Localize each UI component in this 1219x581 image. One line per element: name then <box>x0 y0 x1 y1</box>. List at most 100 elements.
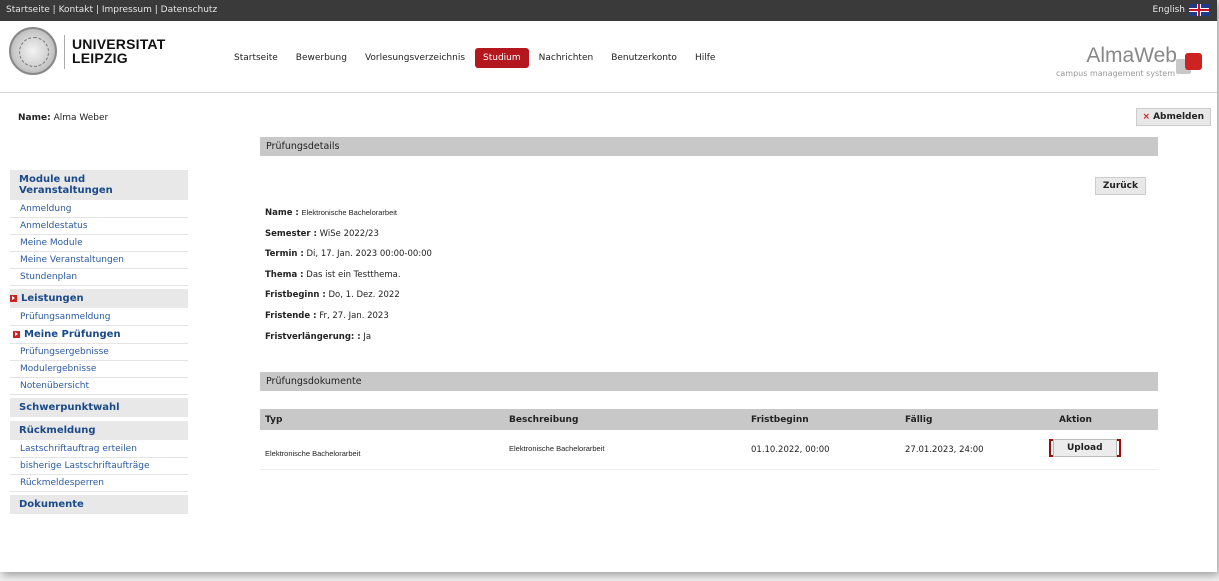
logo-square-red-icon <box>1185 53 1202 70</box>
top-links: Startseite | Kontakt | Impressum | Daten… <box>6 5 217 15</box>
back-button[interactable]: Zurück <box>1094 177 1146 195</box>
cell-faellig: 27.01.2023, 24:00 <box>905 444 984 455</box>
site-header: UNIVERSITAT LEIPZIG Startseite Bewerbung… <box>0 21 1217 93</box>
section-pruefungsdetails: Prüfungsdetails <box>260 137 1158 156</box>
detail-value: Do, 1. Dez. 2022 <box>328 290 400 301</box>
almaweb-brand: AlmaWeb <box>1086 44 1177 67</box>
link-startseite[interactable]: Startseite <box>6 5 50 15</box>
detail-label: Name : <box>265 208 299 218</box>
user-name: Name: Alma Weber <box>18 113 108 123</box>
nav-benutzerkonto[interactable]: Benutzerkonto <box>603 48 685 68</box>
detail-row-fristverlaengerung: Fristverlängerung: : Ja <box>265 332 432 353</box>
logout-label: Abmelden <box>1153 112 1204 122</box>
detail-value: Fr, 27. Jan. 2023 <box>319 310 389 321</box>
cell-fristbeginn: 01.10.2022, 00:00 <box>751 444 830 455</box>
main-nav: Startseite Bewerbung Vorlesungsverzeichn… <box>226 48 725 68</box>
sidebar-head-rueckmeldung[interactable]: Rückmeldung <box>10 421 188 441</box>
cell-typ: Elektronische Bachelorarbeit <box>265 449 361 458</box>
language-label[interactable]: English <box>1153 5 1186 15</box>
sidebar-item-modulergebnisse[interactable]: Modulergebnisse <box>10 361 188 378</box>
user-name-value: Alma Weber <box>53 113 109 123</box>
section-pruefungsdokumente: Prüfungsdokumente <box>260 372 1158 391</box>
separator: | <box>95 5 99 15</box>
user-name-label: Name: <box>18 113 51 123</box>
column-typ: Typ <box>265 414 283 425</box>
detail-value: Elektronische Bachelorarbeit <box>301 208 398 217</box>
detail-row-fristbeginn: Fristbeginn : Do, 1. Dez. 2022 <box>265 290 432 311</box>
upload-highlight: Upload <box>1049 438 1121 457</box>
column-faellig: Fällig <box>905 414 933 425</box>
browser-page: Startseite | Kontakt | Impressum | Daten… <box>0 0 1217 572</box>
close-icon: × <box>1142 112 1151 122</box>
sidebar-item-lastschriftauftrag[interactable]: Lastschriftauftrag erteilen <box>10 441 188 458</box>
main-content: Prüfungsdetails Zurück Name : Elektronis… <box>260 137 1158 470</box>
nav-studium[interactable]: Studium <box>475 48 529 68</box>
sidebar-head-dokumente[interactable]: Dokumente <box>10 495 188 515</box>
university-seal-icon[interactable] <box>9 27 57 75</box>
detail-row-name: Name : Elektronische Bachelorarbeit <box>265 208 432 229</box>
logo-divider <box>64 35 65 69</box>
detail-label: Thema : <box>265 269 304 280</box>
expand-arrow-icon <box>13 331 20 338</box>
detail-label: Fristbeginn : <box>265 290 326 301</box>
sidebar-item-notenuebersicht[interactable]: Notenübersicht <box>10 378 188 395</box>
language-switch[interactable]: English <box>1153 4 1209 16</box>
sidebar-head-module[interactable]: Module und Veranstaltungen <box>10 170 188 201</box>
detail-row-semester: Semester : WiSe 2022/23 <box>265 229 432 250</box>
detail-label: Termin : <box>265 249 304 260</box>
link-datenschutz[interactable]: Datenschutz <box>161 5 218 15</box>
cell-beschreibung: Elektronische Bachelorarbeit <box>509 444 605 453</box>
detail-label: Fristende : <box>265 310 317 321</box>
sidebar-item-meine-pruefungen-label: Meine Prüfungen <box>24 329 121 340</box>
sidebar-item-meine-module[interactable]: Meine Module <box>10 235 188 252</box>
detail-value: Di, 17. Jan. 2023 00:00-00:00 <box>306 249 432 260</box>
detail-value: WiSe 2022/23 <box>319 228 379 239</box>
sidebar-item-meine-veranstaltungen[interactable]: Meine Veranstaltungen <box>10 252 188 269</box>
sidebar-item-anmeldestatus[interactable]: Anmeldestatus <box>10 218 188 235</box>
detail-row-termin: Termin : Di, 17. Jan. 2023 00:00-00:00 <box>265 249 432 270</box>
nav-vorlesungsverzeichnis[interactable]: Vorlesungsverzeichnis <box>357 48 473 68</box>
sidebar-item-meine-pruefungen[interactable]: Meine Prüfungen <box>10 326 188 344</box>
separator: | <box>52 5 56 15</box>
sidebar-item-anmeldung[interactable]: Anmeldung <box>10 201 188 218</box>
logout-button[interactable]: × Abmelden <box>1135 108 1211 126</box>
expand-arrow-icon <box>10 295 17 302</box>
cell-aktion: Upload <box>1049 438 1158 457</box>
link-impressum[interactable]: Impressum <box>102 5 152 15</box>
upload-button[interactable]: Upload <box>1053 438 1117 457</box>
separator: | <box>154 5 158 15</box>
detail-value: Ja <box>363 331 372 342</box>
detail-row-thema: Thema : Das ist ein Testthema. <box>265 270 432 291</box>
exam-details: Name : Elektronische Bachelorarbeit Seme… <box>265 208 432 352</box>
uk-flag-icon[interactable] <box>1189 4 1209 16</box>
table-header: Typ Beschreibung Fristbeginn Fällig Akti… <box>260 409 1158 430</box>
sidebar-head-leistungen-label: Leistungen <box>21 293 84 304</box>
detail-value: Das ist ein Testthema. <box>306 269 401 280</box>
column-aktion: Aktion <box>1059 414 1092 425</box>
sidebar-head-leistungen[interactable]: Leistungen <box>10 289 188 309</box>
sidebar-head-schwerpunktwahl[interactable]: Schwerpunktwahl <box>10 398 188 418</box>
detail-label: Fristverlängerung: : <box>265 331 361 342</box>
column-beschreibung: Beschreibung <box>509 414 579 425</box>
sidebar-item-pruefungsanmeldung[interactable]: Prüfungsanmeldung <box>10 309 188 326</box>
sidebar: Module und Veranstaltungen Anmeldung Anm… <box>10 170 188 515</box>
documents-table: Typ Beschreibung Fristbeginn Fällig Akti… <box>260 409 1158 470</box>
sidebar-item-pruefungsergebnisse[interactable]: Prüfungsergebnisse <box>10 344 188 361</box>
link-kontakt[interactable]: Kontakt <box>59 5 93 15</box>
nav-nachrichten[interactable]: Nachrichten <box>531 48 602 68</box>
table-row: Elektronische Bachelorarbeit Elektronisc… <box>260 430 1158 470</box>
top-bar: Startseite | Kontakt | Impressum | Daten… <box>0 0 1217 21</box>
almaweb-logo[interactable]: AlmaWeb campus management system <box>1015 43 1205 83</box>
university-logo-text[interactable]: UNIVERSITAT LEIPZIG <box>72 37 165 65</box>
almaweb-subtitle: campus management system <box>1055 69 1175 78</box>
sidebar-item-stundenplan[interactable]: Stundenplan <box>10 269 188 286</box>
university-name-line1: UNIVERSITAT <box>72 36 166 52</box>
detail-row-fristende: Fristende : Fr, 27. Jan. 2023 <box>265 311 432 332</box>
sidebar-item-bisherige-lastschriftauftraege[interactable]: bisherige Lastschriftaufträge <box>10 458 188 475</box>
detail-label: Semester : <box>265 228 317 239</box>
sidebar-item-rueckmeldesperren[interactable]: Rückmeldesperren <box>10 475 188 492</box>
nav-startseite[interactable]: Startseite <box>226 48 286 68</box>
nav-hilfe[interactable]: Hilfe <box>687 48 723 68</box>
nav-bewerbung[interactable]: Bewerbung <box>288 48 355 68</box>
column-fristbeginn: Fristbeginn <box>751 414 809 425</box>
